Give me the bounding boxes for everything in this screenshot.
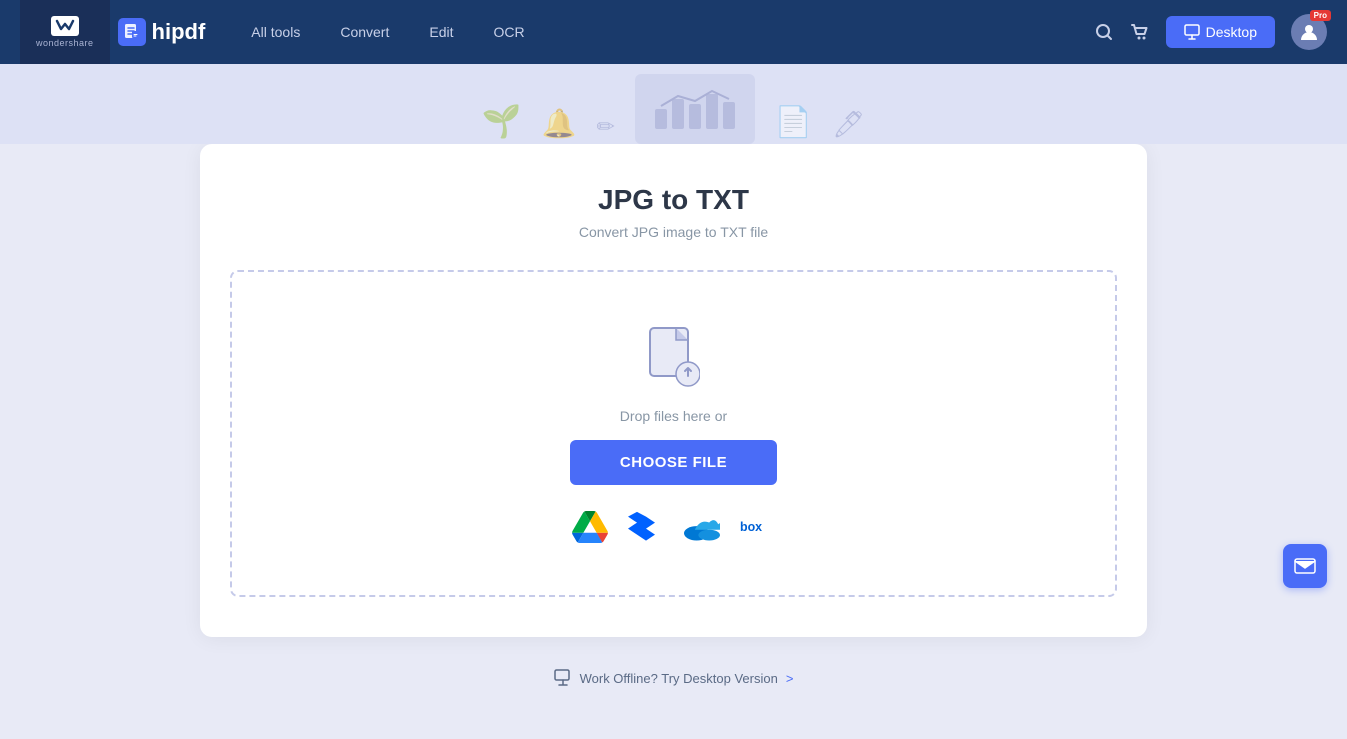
wondershare-text: wondershare xyxy=(36,38,94,48)
doc-icon: 📄 xyxy=(775,105,812,144)
brand-area: wondershare xyxy=(20,0,110,64)
drop-text: Drop files here or xyxy=(620,408,727,424)
nav-links: All tools Convert Edit OCR xyxy=(235,16,1093,48)
page-title: JPG to TXT xyxy=(230,184,1117,216)
desktop-label: Desktop xyxy=(1206,24,1257,40)
nav-convert[interactable]: Convert xyxy=(324,16,405,48)
pencil-icon: ✏ xyxy=(596,114,614,144)
nav-ocr[interactable]: OCR xyxy=(477,16,540,48)
svg-text:box: box xyxy=(740,520,762,534)
nav-all-tools[interactable]: All tools xyxy=(235,16,316,48)
hero-background: 🌱 🔔 ✏ 📄 🖊 xyxy=(0,64,1347,144)
lamp-icon: 🔔 xyxy=(542,107,577,144)
drop-zone[interactable]: Drop files here or CHOOSE FILE xyxy=(230,270,1117,597)
nav-edit[interactable]: Edit xyxy=(413,16,469,48)
cloud-icons: box xyxy=(572,509,776,545)
chart-display xyxy=(635,74,755,144)
hipdf-label: hipdf xyxy=(152,19,206,45)
google-drive-icon[interactable] xyxy=(572,509,608,545)
offline-banner: Work Offline? Try Desktop Version > xyxy=(200,657,1147,699)
offline-link[interactable]: > xyxy=(786,671,794,686)
ws-icon xyxy=(51,16,79,36)
navbar: wondershare hipdf All tools Convert Edit… xyxy=(0,0,1347,64)
cart-button[interactable] xyxy=(1130,22,1150,42)
onedrive-icon[interactable] xyxy=(684,509,720,545)
choose-file-button[interactable]: CHOOSE FILE xyxy=(570,440,777,485)
upload-icon xyxy=(644,322,704,392)
plant-icon: 🌱 xyxy=(482,102,522,144)
dropbox-icon[interactable] xyxy=(628,509,664,545)
wondershare-logo: wondershare xyxy=(36,16,94,48)
hipdf-icon xyxy=(118,18,146,46)
main-content: JPG to TXT Convert JPG image to TXT file… xyxy=(0,144,1347,739)
mail-button[interactable] xyxy=(1283,544,1327,588)
pen-icon: 🖊 xyxy=(832,109,865,144)
box-icon[interactable]: box xyxy=(740,509,776,545)
desktop-button[interactable]: Desktop xyxy=(1166,16,1275,48)
hero-illustration: 🌱 🔔 ✏ 📄 🖊 xyxy=(442,74,906,144)
nav-actions: Desktop Pro xyxy=(1094,14,1327,50)
converter-card: JPG to TXT Convert JPG image to TXT file… xyxy=(200,144,1147,637)
offline-text: Work Offline? Try Desktop Version xyxy=(580,671,778,686)
desktop-small-icon xyxy=(554,669,572,687)
hipdf-logo[interactable]: hipdf xyxy=(118,18,206,46)
user-avatar[interactable]: Pro xyxy=(1291,14,1327,50)
search-button[interactable] xyxy=(1094,22,1114,42)
page-subtitle: Convert JPG image to TXT file xyxy=(230,224,1117,240)
pro-badge: Pro xyxy=(1310,10,1331,21)
